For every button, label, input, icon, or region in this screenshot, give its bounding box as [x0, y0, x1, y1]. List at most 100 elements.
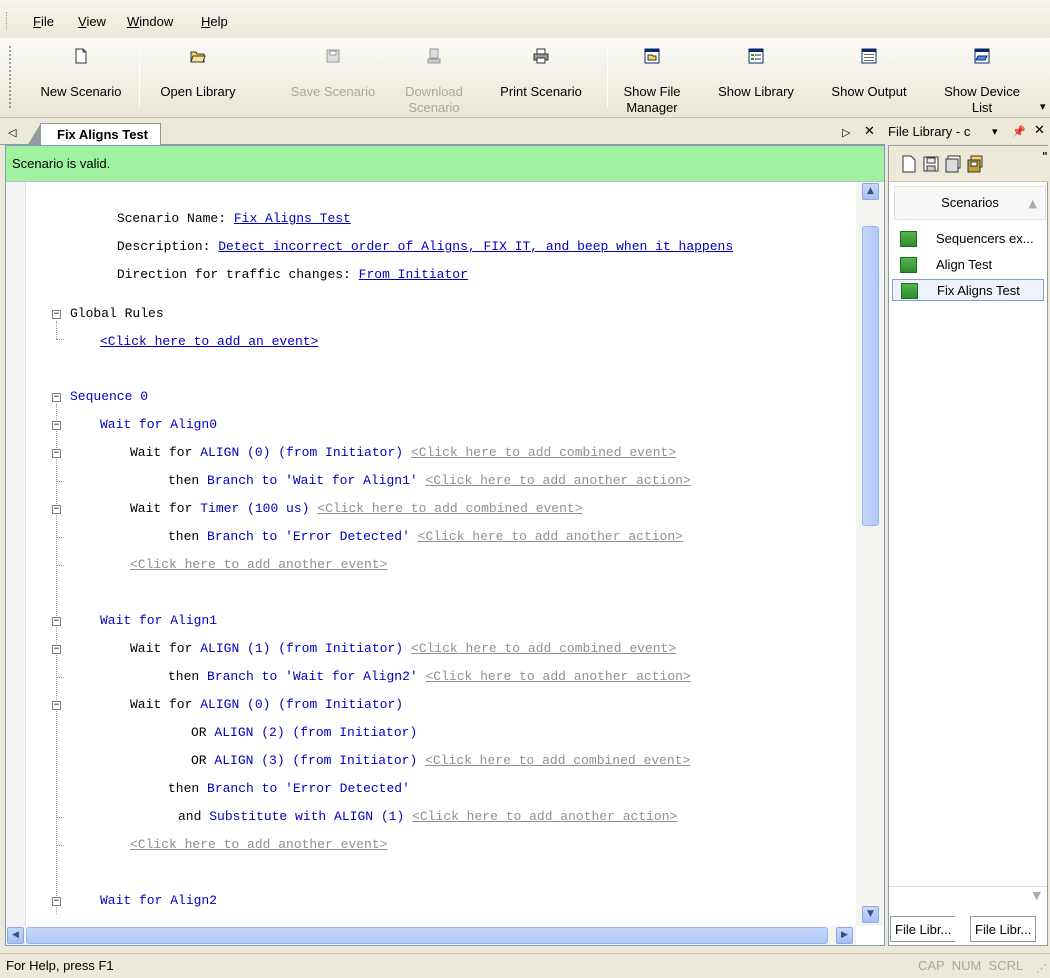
- show-library-button[interactable]: Show Library: [703, 42, 809, 116]
- file-library-tab[interactable]: File Libr...: [890, 916, 956, 942]
- collapse-event-icon[interactable]: −: [52, 505, 61, 514]
- global-rules-label: Global Rules: [70, 306, 164, 321]
- state-wait-align2[interactable]: Wait for Align2: [100, 893, 217, 909]
- state-wait-align1[interactable]: Wait for Align1: [100, 613, 217, 629]
- printer-icon: [533, 48, 549, 64]
- save-as-icon[interactable]: [945, 155, 961, 173]
- substitute-action[interactable]: Substitute with ALIGN (1): [209, 809, 404, 824]
- scroll-right-icon[interactable]: ▶: [836, 927, 853, 944]
- menu-window[interactable]: Window: [127, 14, 173, 29]
- direction-link[interactable]: From Initiator: [359, 267, 468, 282]
- event-align3[interactable]: ALIGN (3) (from Initiator): [214, 753, 417, 768]
- open-library-button[interactable]: Open Library: [143, 42, 253, 116]
- validation-status: Scenario is valid.: [6, 146, 884, 182]
- save-scenario-button[interactable]: Save Scenario: [280, 42, 386, 116]
- scenario-icon: [901, 283, 918, 299]
- collapse-wait-align2-icon[interactable]: −: [52, 897, 61, 906]
- new-document-icon: [75, 48, 87, 64]
- add-another-event-link[interactable]: <Click here to add another event>: [130, 837, 387, 852]
- tab-scroll-right-icon[interactable]: ▷: [842, 126, 850, 140]
- scenarios-tab[interactable]: Scenarios ▲: [894, 186, 1046, 220]
- scenario-editor[interactable]: Scenario is valid. Scenario Name: Fix Al…: [5, 145, 885, 946]
- scroll-down-icon[interactable]: ▼: [862, 906, 879, 923]
- collapse-event-icon[interactable]: −: [52, 645, 61, 654]
- scenario-code-view[interactable]: Scenario Name: Fix Aligns Test Descripti…: [6, 182, 856, 926]
- tab-fix-aligns-test[interactable]: Fix Aligns Test: [26, 123, 162, 146]
- panel-scroll-up-icon[interactable]: ▲: [1029, 197, 1037, 211]
- branch-target-error[interactable]: 'Error Detected': [285, 781, 410, 796]
- sequence-label[interactable]: Sequence 0: [70, 389, 148, 405]
- file-library-tab-active[interactable]: File Libr...: [970, 916, 1037, 942]
- toolbar-grip: [9, 46, 12, 108]
- library-icon: [748, 48, 764, 64]
- output-window-icon: [861, 48, 877, 64]
- save-disk-icon: [326, 49, 340, 63]
- event-align0[interactable]: ALIGN (0) (from Initiator): [200, 697, 403, 712]
- add-combined-event-link[interactable]: <Click here to add combined event>: [411, 445, 676, 460]
- add-global-event-link[interactable]: <Click here to add an event>: [100, 334, 318, 349]
- event-timer[interactable]: Timer (100 us): [200, 501, 309, 516]
- collapse-wait-align1-icon[interactable]: −: [52, 617, 61, 626]
- menu-grip: [6, 12, 9, 30]
- collapse-global-rules-icon[interactable]: −: [52, 310, 61, 319]
- pin-icon[interactable]: 📌: [1012, 125, 1026, 139]
- show-device-list-button[interactable]: Show Device List: [932, 42, 1032, 116]
- event-align1[interactable]: ALIGN (1) (from Initiator): [200, 641, 403, 656]
- collapse-event-icon[interactable]: −: [52, 449, 61, 458]
- save-all-icon[interactable]: [967, 155, 983, 173]
- menu-help[interactable]: Help: [201, 14, 228, 29]
- print-scenario-button[interactable]: Print Scenario: [486, 42, 596, 116]
- scenario-icon: [900, 231, 917, 247]
- file-library-panel: " Scenarios ▲ Sequencers ex... Align Tes…: [888, 145, 1049, 946]
- new-scenario-button[interactable]: New Scenario: [28, 42, 134, 116]
- panel-toolbar-overflow-icon[interactable]: ": [1042, 150, 1048, 164]
- scenario-item[interactable]: Align Test: [892, 254, 1044, 276]
- close-document-icon[interactable]: ✕: [864, 125, 875, 139]
- close-panel-icon[interactable]: ✕: [1034, 124, 1045, 138]
- branch-target-align2[interactable]: 'Wait for Align2': [285, 669, 418, 684]
- collapse-wait-align0-icon[interactable]: −: [52, 421, 61, 430]
- scroll-left-icon[interactable]: ◀: [7, 927, 24, 944]
- collapse-event-icon[interactable]: −: [52, 701, 61, 710]
- add-action-link[interactable]: <Click here to add another action>: [418, 529, 683, 544]
- new-file-icon[interactable]: [901, 155, 917, 173]
- menu-file[interactable]: File: [33, 14, 54, 29]
- menu-bar: File View Window Help: [0, 0, 1050, 38]
- event-align0[interactable]: ALIGN (0) (from Initiator): [200, 445, 403, 460]
- open-folder-icon: [190, 51, 206, 63]
- editor-gutter: [6, 182, 26, 926]
- add-action-link[interactable]: <Click here to add another action>: [426, 473, 691, 488]
- scenario-item-selected[interactable]: Fix Aligns Test: [892, 279, 1044, 301]
- collapse-sequence-icon[interactable]: −: [52, 393, 61, 402]
- horizontal-scroll-thumb[interactable]: [26, 927, 828, 944]
- add-combined-event-link[interactable]: <Click here to add combined event>: [317, 501, 582, 516]
- menu-view[interactable]: View: [78, 14, 106, 29]
- add-combined-event-link[interactable]: <Click here to add combined event>: [411, 641, 676, 656]
- state-wait-align0[interactable]: Wait for Align0: [100, 417, 217, 433]
- panel-menu-icon[interactable]: ▾: [992, 125, 998, 139]
- scroll-up-icon[interactable]: ▲: [862, 183, 879, 200]
- resize-grip-icon[interactable]: ⋰: [1036, 962, 1047, 976]
- save-icon[interactable]: [923, 155, 939, 173]
- keyboard-indicators: CAP NUM SCRL: [918, 958, 1024, 973]
- show-file-manager-button[interactable]: Show File Manager: [612, 42, 692, 116]
- panel-scroll-down-icon[interactable]: ▼: [1033, 889, 1041, 903]
- branch-target-align1[interactable]: 'Wait for Align1': [285, 473, 418, 488]
- horizontal-scrollbar[interactable]: ◀ ▶: [6, 926, 856, 945]
- download-icon: [427, 48, 441, 64]
- add-action-link[interactable]: <Click here to add another action>: [412, 809, 677, 824]
- download-scenario-button[interactable]: Download Scenario: [398, 42, 470, 116]
- add-combined-event-link[interactable]: <Click here to add combined event>: [425, 753, 690, 768]
- panel-toolbar: ": [889, 146, 1049, 182]
- show-output-button[interactable]: Show Output: [818, 42, 920, 116]
- branch-target-error[interactable]: 'Error Detected': [285, 529, 410, 544]
- add-action-link[interactable]: <Click here to add another action>: [426, 669, 691, 684]
- scenario-item[interactable]: Sequencers ex...: [892, 228, 1044, 250]
- panel-title: File Library - c: [888, 124, 971, 139]
- vertical-scroll-thumb[interactable]: [862, 226, 879, 526]
- toolbar-overflow-icon[interactable]: ▾: [1040, 100, 1046, 114]
- tab-scroll-left-icon[interactable]: ◁: [8, 126, 16, 140]
- add-another-event-link[interactable]: <Click here to add another event>: [130, 557, 387, 572]
- event-align2[interactable]: ALIGN (2) (from Initiator): [214, 725, 417, 740]
- vertical-scrollbar[interactable]: ▲ ▼: [856, 182, 884, 926]
